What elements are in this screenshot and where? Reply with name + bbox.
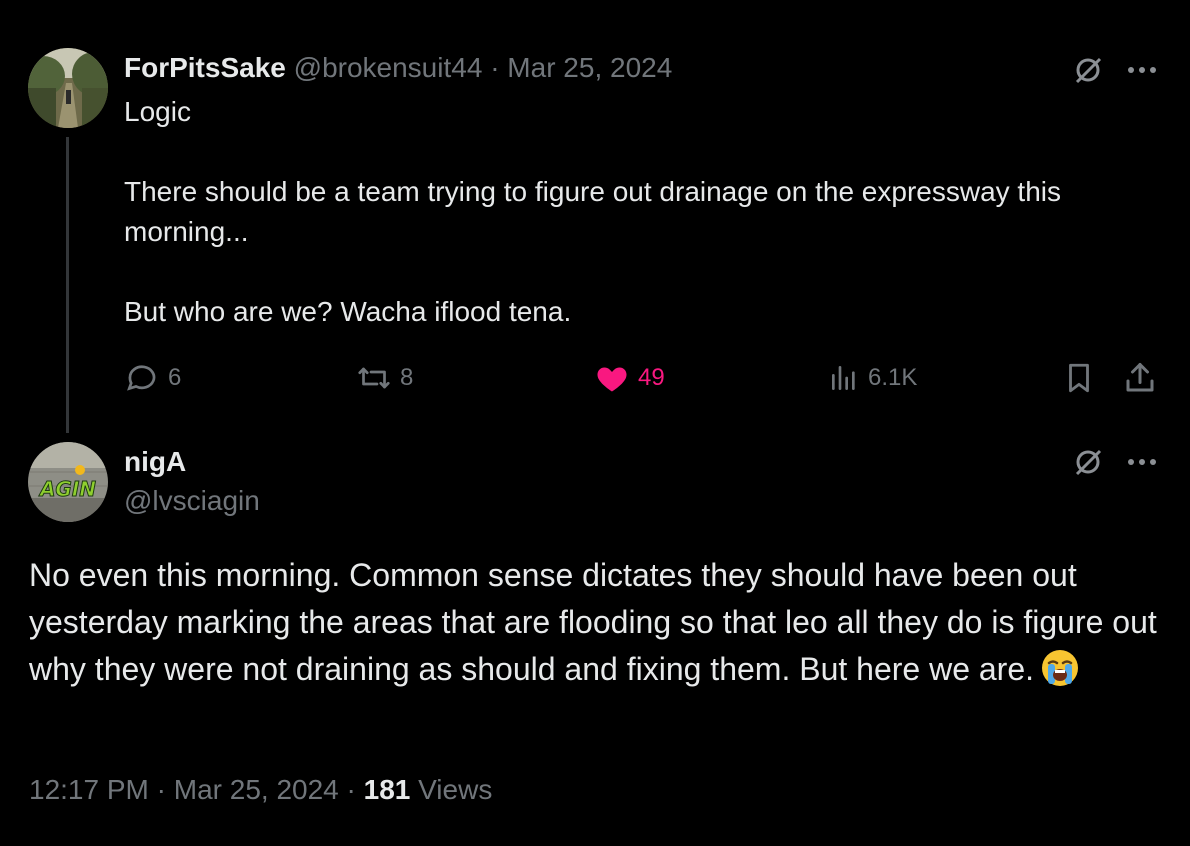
header-separator: ·	[490, 52, 500, 83]
repost-button[interactable]: 8	[356, 356, 413, 400]
reply-display-name[interactable]: nigA	[124, 446, 186, 478]
views-count: 181	[363, 774, 411, 805]
user-handle[interactable]: @brokensuit44	[294, 52, 483, 83]
share-upload-icon	[1126, 363, 1154, 392]
meta-separator: ·	[346, 774, 356, 805]
tweet-actions: 6 8 49 6.1K	[124, 356, 1164, 400]
grok-slash-icon[interactable]	[1068, 50, 1108, 90]
reply-text-block: No even this morning. Common sense dicta…	[29, 552, 1159, 701]
share-button[interactable]	[1122, 356, 1158, 400]
loudly-crying-face-icon	[1040, 648, 1080, 701]
heart-icon	[597, 367, 627, 392]
like-button[interactable]: 49	[594, 356, 665, 400]
svg-text:AGIN: AGIN	[38, 477, 96, 501]
repost-arrows-icon	[358, 367, 390, 389]
reply-user-handle[interactable]: @lvsciagin	[124, 485, 260, 517]
more-dots-icon[interactable]	[1122, 444, 1162, 480]
reply-time[interactable]: 12:17 PM	[29, 774, 149, 805]
tweet-header: ForPitsSake @brokensuit44 · Mar 25, 2024	[124, 52, 672, 84]
grok-slash-icon[interactable]	[1068, 442, 1108, 482]
meta-separator: ·	[156, 774, 166, 805]
display-name[interactable]: ForPitsSake	[124, 52, 286, 83]
avatar-forpitssake[interactable]	[28, 48, 108, 128]
views-bars-icon	[832, 366, 855, 390]
views-label: Views	[418, 774, 493, 805]
reply-text: No even this morning. Common sense dicta…	[29, 557, 1157, 687]
views-button[interactable]: 6.1K	[828, 356, 917, 400]
reply-date[interactable]: Mar 25, 2024	[174, 774, 339, 805]
view-count: 6.1K	[868, 364, 918, 391]
thread-connector-line	[66, 137, 69, 433]
reply-bubble-icon	[127, 365, 156, 391]
bookmark-button[interactable]	[1062, 356, 1096, 400]
reply-count: 6	[168, 364, 182, 391]
bookmark-icon	[1069, 363, 1089, 393]
like-count: 49	[638, 364, 665, 391]
tweet-text: Logic There should be a team trying to f…	[124, 96, 1061, 327]
tweet-date[interactable]: Mar 25, 2024	[507, 52, 672, 83]
repost-count: 8	[400, 364, 414, 391]
tweet-meta: 12:17 PM · Mar 25, 2024 · 181 Views	[29, 774, 492, 806]
reply-button[interactable]: 6	[124, 356, 181, 400]
more-dots-icon[interactable]	[1122, 52, 1162, 88]
avatar-niga[interactable]: AGIN	[28, 442, 108, 522]
